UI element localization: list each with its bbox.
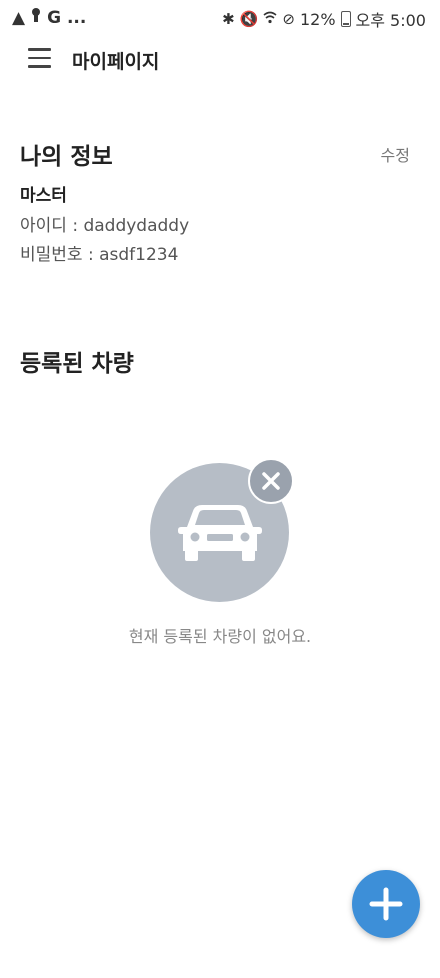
battery-percent: 12% [299,9,336,29]
status-right: ✱ 🔇 ⊘ 12% 오후 5:00 [222,7,426,31]
status-left-text: G ... [47,7,87,28]
edit-button[interactable]: 수정 [381,142,410,166]
page-title: 마이페이지 [72,51,160,73]
warning-icon: ▲ [12,7,26,28]
status-bar: ▲ G ... ✱ 🔇 ⊘ 12% 오후 5:00 [0,0,440,36]
user-id: 아이디 : daddydaddy [20,216,190,236]
wifi-icon [263,10,277,28]
add-vehicle-button[interactable] [352,870,420,938]
hamburger-menu-icon[interactable] [28,48,52,70]
app-bar: 마이페이지 [0,40,440,80]
mute-icon: 🔇 [239,10,259,28]
car-icon [178,505,262,561]
bluetooth-icon: ✱ [222,10,235,28]
battery-icon [340,11,351,27]
keyhole-icon [31,7,41,28]
plus-icon [369,887,403,921]
user-name: 마스터 [20,186,67,206]
user-password: 비밀번호 : asdf1234 [20,245,179,265]
blocked-icon: ⊘ [282,10,295,28]
status-left: ▲ G ... [12,7,86,28]
empty-vehicles-message: 현재 등록된 차량이 없어요. [128,627,312,646]
vehicles-title: 등록된 차량 [20,351,134,377]
status-time: 오후 5:00 [355,11,426,30]
close-icon [248,458,294,504]
empty-vehicles-illustration [150,458,296,602]
my-info-title: 나의 정보 [20,144,113,170]
